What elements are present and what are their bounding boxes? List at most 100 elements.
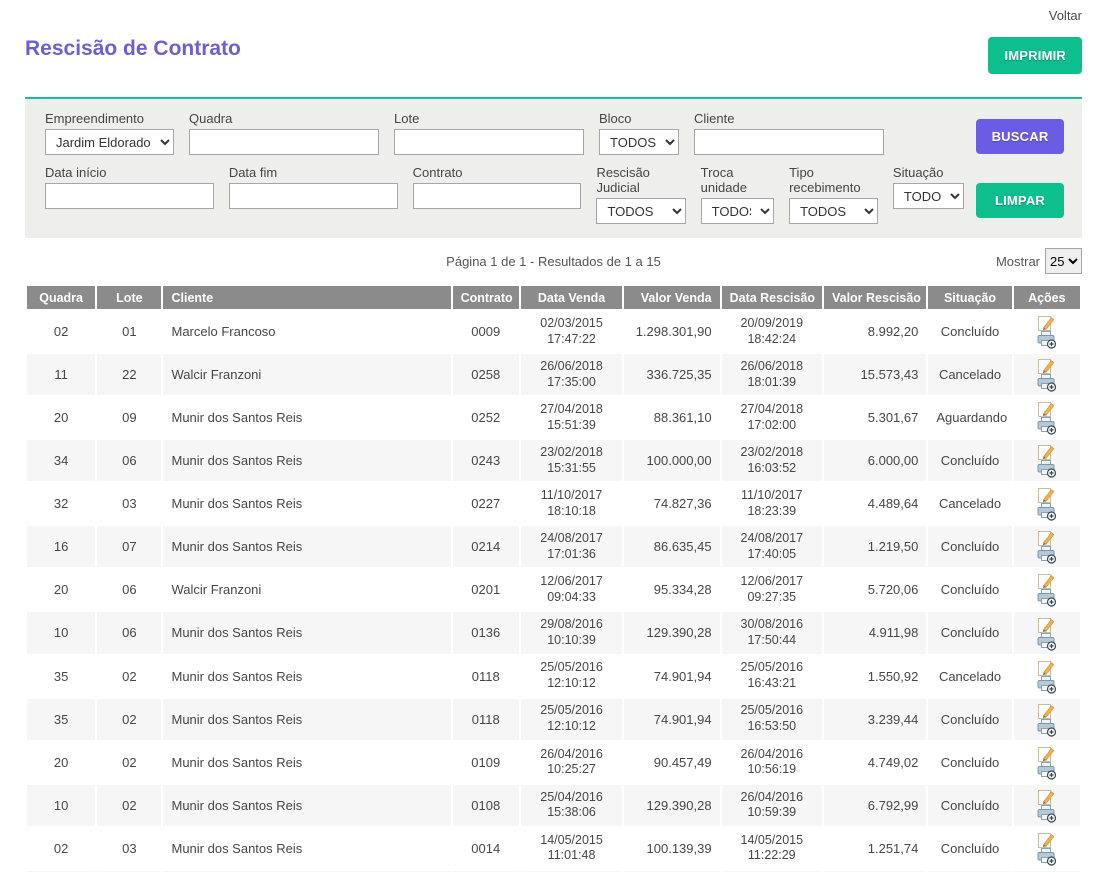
edit-icon[interactable] <box>1038 314 1055 331</box>
tipo-recebimento-label: Tipo recebimento <box>789 165 878 195</box>
edit-icon[interactable] <box>1038 788 1055 805</box>
data-inicio-input[interactable] <box>45 183 214 209</box>
cell-valor-rescisao: 1.219,50 <box>824 526 926 567</box>
table-row: 20 09 Munir dos Santos Reis 0252 27/04/2… <box>27 397 1080 438</box>
contrato-input[interactable] <box>413 183 582 209</box>
cell-contrato: 0109 <box>453 742 519 783</box>
cell-lote: 07 <box>97 526 161 567</box>
edit-icon[interactable] <box>1038 443 1055 460</box>
cell-actions <box>1014 483 1080 524</box>
cell-valor-venda: 1.298.301,90 <box>624 311 719 352</box>
troca-unidade-select[interactable]: TODOS <box>701 198 774 224</box>
print-button[interactable]: IMPRIMIR <box>988 37 1082 74</box>
cell-quadra: 16 <box>27 526 95 567</box>
print-icon[interactable] <box>1037 460 1057 478</box>
print-icon[interactable] <box>1037 848 1057 866</box>
edit-icon[interactable] <box>1038 745 1055 762</box>
print-icon[interactable] <box>1037 719 1057 737</box>
back-link[interactable]: Voltar <box>1049 8 1082 23</box>
print-icon[interactable] <box>1037 374 1057 392</box>
cell-valor-venda: 90.457,49 <box>624 742 719 783</box>
cell-valor-rescisao: 4.489,64 <box>824 483 926 524</box>
cell-cliente: Munir dos Santos Reis <box>163 742 450 783</box>
cell-contrato: 0118 <box>453 656 519 697</box>
data-fim-input[interactable] <box>229 183 398 209</box>
print-icon[interactable] <box>1037 676 1057 694</box>
edit-icon[interactable] <box>1038 400 1055 417</box>
edit-icon[interactable] <box>1038 616 1055 633</box>
quadra-input[interactable] <box>189 129 379 155</box>
cell-valor-rescisao: 8.992,20 <box>824 311 926 352</box>
cell-contrato: 0108 <box>453 785 519 826</box>
cell-situacao: Concluído <box>928 526 1011 567</box>
cell-valor-venda: 336.725,35 <box>624 354 719 395</box>
table-row: 35 02 Munir dos Santos Reis 0118 25/05/2… <box>27 699 1080 740</box>
print-icon[interactable] <box>1037 633 1057 651</box>
cell-data-rescisao: 23/02/201816:03:52 <box>722 440 822 481</box>
situacao-select[interactable]: TODOS <box>893 183 964 209</box>
cell-contrato: 0227 <box>453 483 519 524</box>
print-icon[interactable] <box>1037 417 1057 435</box>
cell-valor-venda: 100.139,39 <box>624 828 719 869</box>
edit-icon[interactable] <box>1038 659 1055 676</box>
page-title: Rescisão de Contrato <box>25 37 241 61</box>
cell-data-rescisao: 25/05/201616:43:21 <box>722 656 822 697</box>
cell-lote: 22 <box>97 354 161 395</box>
col-quadra: Quadra <box>27 286 95 309</box>
cell-data-venda: 26/04/201610:25:27 <box>521 742 622 783</box>
print-icon[interactable] <box>1037 503 1057 521</box>
cell-data-venda: 14/05/201511:01:48 <box>521 828 622 869</box>
edit-icon[interactable] <box>1038 572 1055 589</box>
cell-data-rescisao: 14/05/201511:22:29 <box>722 828 822 869</box>
cell-situacao: Concluído <box>928 785 1011 826</box>
print-icon[interactable] <box>1037 805 1057 823</box>
cell-quadra: 34 <box>27 440 95 481</box>
cell-situacao: Cancelado <box>928 354 1011 395</box>
rescisao-judicial-label: Rescisão Judicial <box>596 165 685 195</box>
col-valor-venda: Valor Venda <box>624 286 719 309</box>
print-icon[interactable] <box>1037 762 1057 780</box>
print-icon[interactable] <box>1037 331 1057 349</box>
cliente-input[interactable] <box>694 129 884 155</box>
cell-valor-rescisao: 5.301,67 <box>824 397 926 438</box>
cell-quadra: 20 <box>27 569 95 610</box>
edit-icon[interactable] <box>1038 702 1055 719</box>
cell-valor-venda: 74.901,94 <box>624 699 719 740</box>
limpar-button[interactable]: LIMPAR <box>976 183 1064 218</box>
page: Voltar Rescisão de Contrato IMPRIMIR Emp… <box>0 0 1107 872</box>
cell-data-venda: 29/08/201610:10:39 <box>521 612 622 653</box>
col-situacao: Situação <box>928 286 1011 309</box>
edit-icon[interactable] <box>1038 529 1055 546</box>
data-inicio-label: Data início <box>45 165 214 180</box>
rescisao-judicial-select[interactable]: TODOS <box>596 198 685 224</box>
filter-panel: Empreendimento Jardim Eldorado Quadra Lo… <box>25 97 1082 238</box>
buscar-button[interactable]: BUSCAR <box>976 119 1064 154</box>
print-icon[interactable] <box>1037 546 1057 564</box>
print-icon[interactable] <box>1037 589 1057 607</box>
lote-input[interactable] <box>394 129 584 155</box>
cell-actions <box>1014 699 1080 740</box>
troca-unidade-label: Troca unidade <box>701 165 774 195</box>
col-cliente: Cliente <box>163 286 450 309</box>
tipo-recebimento-select[interactable]: TODOS <box>789 198 878 224</box>
cell-valor-rescisao: 1.550,92 <box>824 656 926 697</box>
edit-icon[interactable] <box>1038 486 1055 503</box>
col-contrato: Contrato <box>453 286 519 309</box>
cell-data-rescisao: 26/06/201818:01:39 <box>722 354 822 395</box>
cell-valor-venda: 129.390,28 <box>624 612 719 653</box>
edit-icon[interactable] <box>1038 357 1055 374</box>
cell-valor-venda: 100.000,00 <box>624 440 719 481</box>
cell-data-venda: 12/06/201709:04:33 <box>521 569 622 610</box>
cell-actions <box>1014 656 1080 697</box>
cell-data-rescisao: 12/06/201709:27:35 <box>722 569 822 610</box>
bloco-select[interactable]: TODOS <box>599 129 679 155</box>
cell-situacao: Concluído <box>928 440 1011 481</box>
bloco-label: Bloco <box>599 111 679 126</box>
cell-data-venda: 25/05/201612:10:12 <box>521 699 622 740</box>
results-table: Quadra Lote Cliente Contrato Data Venda … <box>25 284 1082 872</box>
cell-actions <box>1014 526 1080 567</box>
cell-lote: 06 <box>97 440 161 481</box>
page-size-select[interactable]: 25 <box>1045 248 1082 274</box>
edit-icon[interactable] <box>1038 831 1055 848</box>
empreendimento-select[interactable]: Jardim Eldorado <box>45 129 174 155</box>
